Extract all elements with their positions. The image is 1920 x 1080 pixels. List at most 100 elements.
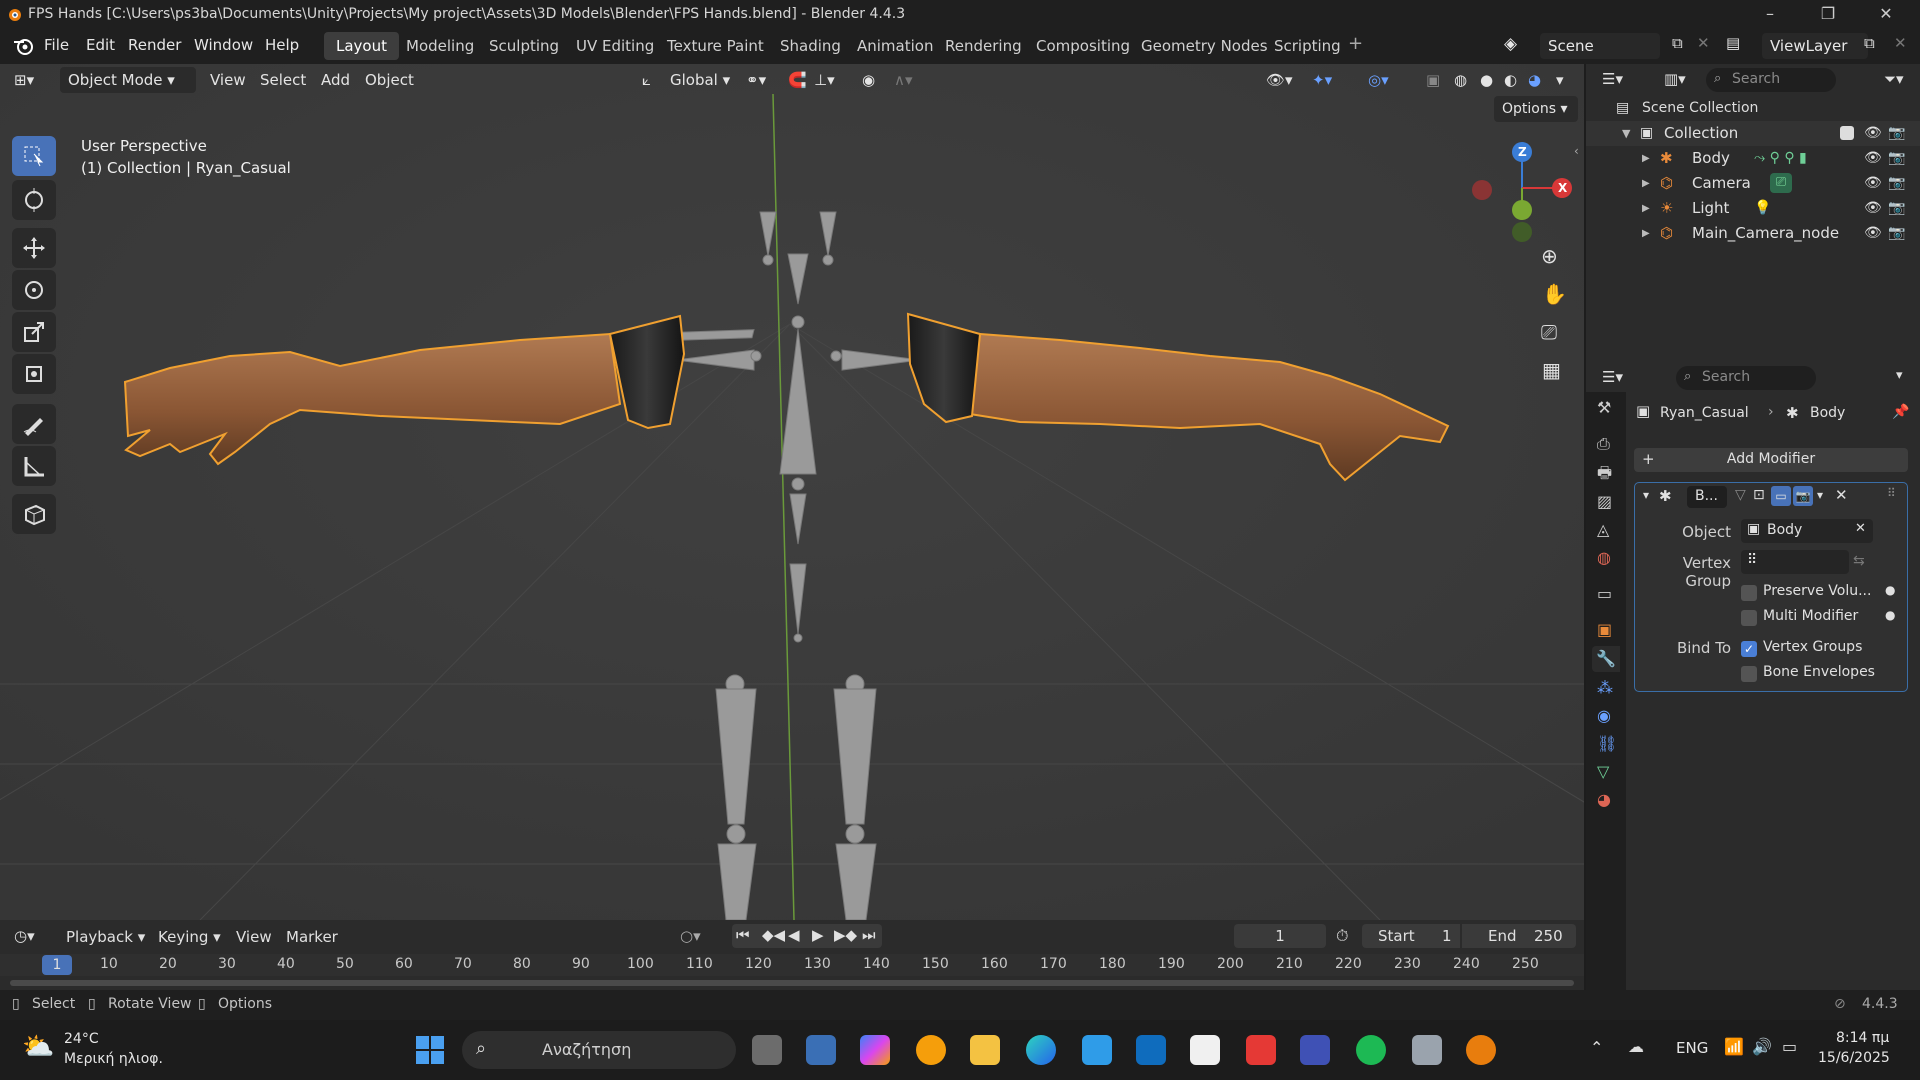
tab-constraints-icon[interactable]: ⛓ — [1597, 734, 1617, 753]
render-camera-icon[interactable]: 📷 — [1888, 221, 1905, 246]
snap-icon[interactable]: 🧲 — [788, 67, 807, 93]
vscode-icon[interactable] — [1082, 1035, 1112, 1065]
add-modifier-button[interactable]: + Add Modifier — [1634, 448, 1908, 472]
view-layer-field[interactable]: ViewLayer — [1762, 33, 1868, 59]
tab-collection-icon[interactable]: ▭ — [1597, 584, 1612, 603]
tab-particles-icon[interactable]: ⁂ — [1597, 678, 1613, 697]
visibility-eye-icon[interactable]: 👁 — [1864, 146, 1882, 171]
tab-layout[interactable]: Layout — [324, 32, 399, 60]
start-frame-field[interactable]: Start 1 — [1362, 924, 1460, 948]
collection-exclude-checkbox[interactable] — [1840, 126, 1854, 140]
visibility-eye-icon[interactable]: 👁 — [1864, 171, 1882, 196]
outliner-collection[interactable]: ▼ ▣ Collection 👁 📷 — [1586, 121, 1920, 146]
properties-editor-icon[interactable]: ☰▾ — [1602, 368, 1623, 386]
pan-hand-icon[interactable]: ✋ — [1542, 282, 1567, 306]
armature-modifier-panel[interactable]: ▾ ✱ B... ▽ ⊡ ▭ 📷 ▾ ✕ ⠿ Object ▣ Body ✕ V… — [1634, 482, 1908, 692]
weather-icon[interactable]: ⛅ — [22, 1032, 54, 1062]
language-indicator[interactable]: ENG — [1676, 1039, 1708, 1057]
vertex-group-field[interactable]: ⠿ — [1741, 550, 1849, 574]
render-camera-icon[interactable]: 📷 — [1888, 121, 1905, 146]
outliner-scene-collection[interactable]: ▤ Scene Collection — [1586, 96, 1920, 121]
add-workspace-icon[interactable]: + — [1348, 33, 1363, 54]
tab-sculpting[interactable]: Sculpting — [477, 32, 571, 60]
tool-rotate[interactable] — [12, 270, 56, 310]
clock-time[interactable]: 8:14 πμ — [1836, 1030, 1889, 1046]
tab-tool-icon[interactable]: ⚒ — [1597, 398, 1611, 417]
tool-transform[interactable] — [12, 354, 56, 394]
tool-add-cube[interactable] — [12, 494, 56, 534]
tab-world-icon[interactable]: ◍ — [1597, 548, 1611, 567]
render-camera-icon[interactable]: 📷 — [1888, 171, 1905, 196]
maximize-icon[interactable]: ❐ — [1818, 4, 1838, 24]
close-icon[interactable]: ✕ — [1876, 4, 1896, 24]
new-scene-icon[interactable]: ⧉ — [1672, 34, 1683, 52]
timeline-menu-view[interactable]: View — [236, 928, 272, 946]
scene-field[interactable]: Scene — [1540, 33, 1660, 59]
gizmo-toggle-icon[interactable]: ✦▾ — [1312, 67, 1332, 93]
bone-envelopes-checkbox[interactable] — [1741, 666, 1757, 682]
tool-annotate[interactable] — [12, 404, 56, 444]
tool-scale[interactable] — [12, 312, 56, 352]
tab-compositing[interactable]: Compositing — [1024, 32, 1142, 60]
tab-uv-editing[interactable]: UV Editing — [564, 32, 666, 60]
tool-measure[interactable] — [12, 446, 56, 486]
visual-studio-icon[interactable] — [1300, 1035, 1330, 1065]
menu-window[interactable]: Window — [194, 36, 253, 54]
menu-file[interactable]: File — [44, 36, 69, 54]
mode-dropdown[interactable]: Object Mode ▾ — [60, 67, 196, 93]
tab-output-icon[interactable]: 🖶 — [1597, 462, 1612, 489]
visibility-eye-icon[interactable]: 👁 — [1864, 221, 1882, 246]
spotify-icon[interactable] — [1356, 1035, 1386, 1065]
windows-start-icon[interactable] — [416, 1036, 444, 1064]
weather-app-icon[interactable] — [916, 1035, 946, 1065]
current-frame-field[interactable]: 1 — [1234, 924, 1326, 948]
tool-select-box[interactable] — [12, 136, 56, 176]
viewport-menu-view[interactable]: View — [210, 67, 246, 93]
expand-icon[interactable]: ▶ — [1642, 146, 1650, 171]
orientation-icon[interactable]: ⟀ — [642, 67, 651, 93]
filter-icon[interactable]: ⏷▾ — [1884, 70, 1904, 88]
tab-animation[interactable]: Animation — [845, 32, 945, 60]
outlook-icon[interactable] — [1136, 1035, 1166, 1065]
copilot-icon[interactable] — [860, 1035, 890, 1065]
prev-keyframe-icon[interactable]: ◆◀ — [762, 926, 785, 944]
snap-target-icon[interactable]: ⊥▾ — [814, 67, 835, 93]
tab-geometry-nodes[interactable]: Geometry Nodes — [1129, 32, 1280, 60]
minimize-icon[interactable]: – — [1760, 4, 1780, 24]
visibility-eye-icon[interactable]: 👁 — [1864, 121, 1882, 146]
visibility-icon[interactable]: 👁▾ — [1266, 67, 1293, 93]
properties-panel[interactable]: ☰▾ ⌕ Search ▾ ⚒ ⎙ 🖶 ▨ ◬ ◍ ▭ ▣ 🔧 ⁂ ◉ ⛓ ▽ … — [1586, 362, 1920, 992]
remove-modifier-icon[interactable]: ✕ — [1835, 486, 1848, 504]
new-view-layer-icon[interactable]: ⧉ — [1864, 34, 1875, 52]
file-explorer-icon[interactable] — [970, 1035, 1000, 1065]
tab-scene-icon[interactable]: ◬ — [1597, 520, 1609, 539]
menu-edit[interactable]: Edit — [86, 36, 115, 54]
jump-end-icon[interactable]: ⏭ — [862, 926, 876, 944]
outliner-item-camera[interactable]: ▶ ⌬ Camera ⎚ 👁 📷 — [1586, 171, 1920, 196]
falloff-icon[interactable]: ∧▾ — [894, 67, 913, 93]
preview-range-icon[interactable]: ⏱ — [1336, 926, 1348, 946]
tab-render-icon[interactable]: ⎙ — [1597, 434, 1610, 454]
perspective-toggle-icon[interactable]: ▦ — [1542, 358, 1561, 382]
tab-physics-icon[interactable]: ◉ — [1597, 706, 1611, 725]
shading-wireframe-icon[interactable]: ◍ — [1454, 67, 1467, 93]
wifi-icon[interactable]: 📶 — [1724, 1037, 1744, 1056]
collapse-icon[interactable]: ▼ — [1622, 121, 1630, 146]
outliner-search[interactable]: ⌕ Search — [1706, 68, 1836, 92]
light-data-icon[interactable]: 💡 — [1754, 196, 1771, 221]
tool-move[interactable] — [12, 228, 56, 268]
end-frame-field[interactable]: End 250 — [1462, 924, 1576, 948]
outliner-editor-icon[interactable]: ☰▾ — [1602, 70, 1623, 88]
modifier-name-field[interactable]: B... — [1687, 486, 1727, 508]
auto-keying-icon[interactable]: ○▾ — [680, 927, 701, 945]
snipping-tool-icon[interactable] — [806, 1035, 836, 1065]
render-camera-icon[interactable]: 📷 — [1888, 146, 1905, 171]
menu-playback[interactable]: Playback ▾ — [66, 928, 145, 946]
next-keyframe-icon[interactable]: ▶◆ — [834, 926, 857, 944]
vertex-groups-checkbox[interactable]: ✓ — [1741, 641, 1757, 657]
display-mode-icon[interactable]: ▥▾ — [1664, 70, 1686, 88]
clock-date[interactable]: 15/6/2025 — [1818, 1050, 1890, 1066]
menu-keying[interactable]: Keying ▾ — [158, 928, 221, 946]
proportional-edit-icon[interactable]: ◉ — [862, 67, 875, 93]
pivot-icon[interactable]: ⚭▾ — [746, 67, 766, 93]
